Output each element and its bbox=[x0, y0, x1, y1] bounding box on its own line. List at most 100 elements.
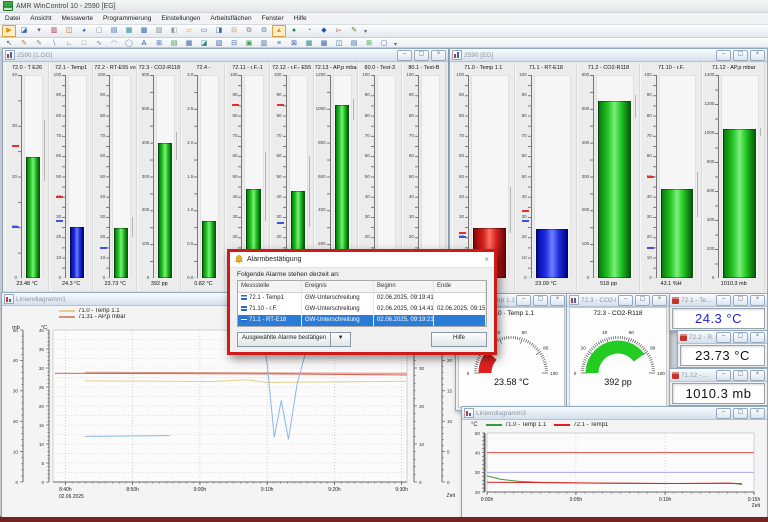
close-button[interactable]: × bbox=[750, 332, 765, 343]
dialog-title-bar[interactable]: Alarmbestätigung × bbox=[230, 252, 494, 268]
close-button[interactable]: × bbox=[652, 295, 667, 306]
toolbar-icon[interactable]: ▶ bbox=[2, 25, 16, 37]
axis-tick-label: 100 bbox=[516, 73, 527, 77]
svg-text:30: 30 bbox=[39, 366, 45, 371]
gauge-window-co2[interactable]: 72.3 - CO2-R1... – ▢ × 72.3 - CO2-R118 0… bbox=[566, 293, 670, 411]
toolbar-icon[interactable]: ▲ bbox=[272, 25, 286, 37]
minimize-button[interactable]: – bbox=[397, 50, 412, 61]
help-button[interactable]: Hilfe bbox=[431, 332, 487, 347]
toolbar-overflow-icon[interactable]: ▾ bbox=[364, 28, 367, 35]
menu-arbeitsflaechen[interactable]: Arbeitsflächen bbox=[205, 15, 256, 22]
toolbar-icon[interactable]: ◫ bbox=[62, 25, 76, 37]
minimize-button[interactable]: – bbox=[618, 295, 633, 306]
maximize-button[interactable]: ▢ bbox=[533, 295, 548, 306]
line-chart-window-3[interactable]: Liniendiagramm3 – ▢ × °C 71.0 - Temp 1.1… bbox=[461, 406, 768, 517]
close-button[interactable]: × bbox=[750, 370, 765, 381]
svg-text:40: 40 bbox=[475, 450, 481, 455]
close-button[interactable]: × bbox=[750, 295, 765, 306]
maximize-button[interactable]: ▢ bbox=[733, 295, 748, 306]
minimize-button[interactable]: – bbox=[716, 295, 731, 306]
toolbar-icon[interactable]: ▩ bbox=[137, 25, 151, 37]
toolbar-icon[interactable]: ⧉ bbox=[242, 25, 256, 37]
close-button[interactable]: × bbox=[550, 295, 565, 306]
maximize-button[interactable]: ▢ bbox=[733, 50, 748, 61]
toolbar-icon[interactable]: ▥ bbox=[47, 25, 61, 37]
axis-tick-label: 80 bbox=[516, 114, 527, 118]
toolbar-icon[interactable]: ▤ bbox=[107, 25, 121, 37]
toolbar-icon[interactable]: ● bbox=[287, 25, 301, 37]
toolbar-icon[interactable]: ▻ bbox=[332, 25, 346, 37]
window-title-bar[interactable]: 72.2 - R... – ▢ × bbox=[678, 331, 767, 344]
minimize-button[interactable]: – bbox=[716, 332, 731, 343]
minimize-button[interactable]: – bbox=[716, 370, 731, 381]
axis-tick-label: 300 bbox=[578, 175, 589, 179]
window-title-bar[interactable]: 72.3 - CO2-R1... – ▢ × bbox=[567, 294, 669, 307]
confirm-selected-alarms-button[interactable]: Ausgewählte Alarme bestätigen bbox=[237, 332, 331, 347]
menu-ansicht[interactable]: Ansicht bbox=[25, 15, 56, 22]
digital-display-icon bbox=[672, 297, 679, 304]
confirm-dropdown-button[interactable]: ▼ bbox=[331, 332, 351, 347]
menu-datei[interactable]: Datei bbox=[0, 15, 25, 22]
toolbar-icon[interactable]: ▢ bbox=[92, 25, 106, 37]
window-title-bar[interactable]: Liniendiagramm3 – ▢ × bbox=[462, 407, 767, 420]
alarm-row[interactable]: 72.1 - Temp1GW-Unterschreitung02.06.2025… bbox=[238, 293, 486, 304]
maximize-button[interactable]: ▢ bbox=[733, 332, 748, 343]
axis-tick-label: 100 bbox=[453, 73, 464, 77]
minimize-button[interactable]: – bbox=[716, 408, 731, 419]
close-button[interactable]: × bbox=[750, 50, 765, 61]
minimize-button[interactable]: – bbox=[516, 295, 531, 306]
bar-column-plot: 0102030405060708090100 bbox=[643, 75, 700, 278]
toolbar-icon[interactable]: ▨ bbox=[152, 25, 166, 37]
svg-text:15: 15 bbox=[39, 423, 45, 428]
toolbar-icon[interactable]: ⊟ bbox=[227, 25, 241, 37]
bar-column: 71.10 - r.F.010203040506070809010043.1 %… bbox=[640, 63, 703, 291]
axis-tick-label: 40 bbox=[226, 195, 237, 199]
svg-text:40: 40 bbox=[13, 358, 19, 363]
digital-display-window-721[interactable]: 72.1 - Te... – ▢ × 24.3 °C bbox=[669, 293, 768, 331]
axis-tick-label: 80 bbox=[94, 114, 105, 118]
toolbar-icon[interactable]: ◧ bbox=[167, 25, 181, 37]
toolbar-icon[interactable]: ✎ bbox=[347, 25, 361, 37]
menu-fenster[interactable]: Fenster bbox=[257, 15, 289, 22]
toolbar-icon[interactable]: ◨ bbox=[212, 25, 226, 37]
close-icon[interactable]: × bbox=[484, 255, 489, 264]
axis-tick-label: 20 bbox=[94, 235, 105, 239]
window-title-bar[interactable]: 2590 [EG] – ▢ × bbox=[450, 49, 767, 62]
toolbar-icon[interactable]: ▭ bbox=[197, 25, 211, 37]
toolbar-icon[interactable]: ◆ bbox=[317, 25, 331, 37]
toolbar-icon[interactable]: ◪ bbox=[17, 25, 31, 37]
maximize-button[interactable]: ▢ bbox=[635, 295, 650, 306]
lower-limit-mark bbox=[12, 226, 19, 228]
toolbar-icon[interactable]: ▾ bbox=[32, 25, 46, 37]
toolbar-icon[interactable]: ▱ bbox=[182, 25, 196, 37]
dialog-button-row: Ausgewählte Alarme bestätigen ▼ Hilfe bbox=[230, 327, 494, 352]
alarm-row[interactable]: 71.1 - RT-E18GW-Unterschreitung02.06.202… bbox=[238, 315, 486, 326]
digital-display-window-7112[interactable]: 71.12 - ... – ▢ × 1010.3 mb bbox=[669, 368, 768, 406]
toolbar-icon[interactable]: ◔ bbox=[302, 25, 316, 37]
maximize-button[interactable]: ▢ bbox=[414, 50, 429, 61]
alarm-dialog[interactable]: Alarmbestätigung × Folgende Alarme stehe… bbox=[227, 249, 497, 355]
maximize-button[interactable]: ▢ bbox=[733, 370, 748, 381]
close-button[interactable]: × bbox=[750, 408, 765, 419]
axis-tick-label: 0 bbox=[138, 276, 149, 280]
close-button[interactable]: × bbox=[431, 50, 446, 61]
axis-tick-label: 500 bbox=[138, 107, 149, 111]
svg-text:20: 20 bbox=[13, 419, 19, 424]
window-title-bar[interactable]: 2590 [1.OG] – ▢ × bbox=[3, 49, 448, 62]
window-title-bar[interactable]: 72.1 - Te... – ▢ × bbox=[670, 294, 767, 307]
digital-display-icon bbox=[680, 334, 687, 341]
digital-display-window-722[interactable]: 72.2 - R... – ▢ × 23.73 °C bbox=[677, 330, 768, 368]
toolbar-icon[interactable]: ▦ bbox=[122, 25, 136, 37]
maximize-button[interactable]: ▢ bbox=[733, 408, 748, 419]
menu-programmierung[interactable]: Programmierung bbox=[98, 15, 156, 22]
menu-hilfe[interactable]: Hilfe bbox=[289, 15, 312, 22]
axis-tick-label: 100 bbox=[359, 73, 370, 77]
minimize-button[interactable]: – bbox=[716, 50, 731, 61]
toolbar-icon[interactable]: ⧉ bbox=[257, 25, 271, 37]
window-title-bar[interactable]: 71.12 - ... – ▢ × bbox=[670, 369, 767, 382]
alarm-row[interactable]: 71.10 - r.F.GW-Unterschreitung02.06.2025… bbox=[238, 304, 486, 315]
menu-einstellungen[interactable]: Einstellungen bbox=[156, 15, 205, 22]
toolbar-icon[interactable]: ◕ bbox=[77, 25, 91, 37]
menu-messwerte[interactable]: Messwerte bbox=[57, 15, 98, 22]
digital-value: 1010.3 mb bbox=[672, 383, 765, 404]
